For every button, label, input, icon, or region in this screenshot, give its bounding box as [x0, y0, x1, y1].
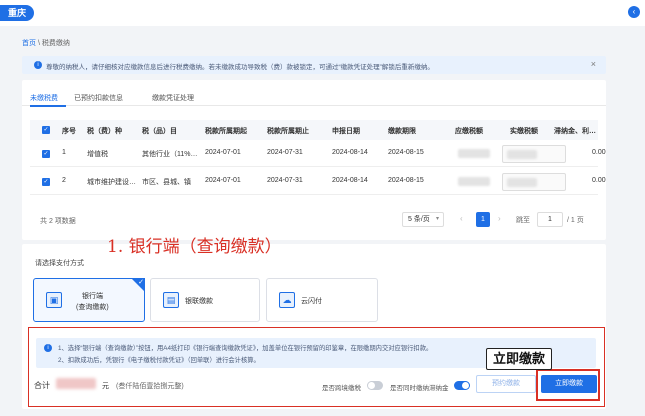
total-unit: 元 [102, 383, 109, 390]
page-size-select[interactable]: 5 条/页 ▾ [402, 212, 444, 227]
city-switcher[interactable]: 重庆 [0, 5, 35, 21]
table-row[interactable]: ✓ 2 城市维护建设… 市区、县城、镇 2024-07-01 2024-07-3… [30, 168, 606, 195]
tab-voucher-handling[interactable]: 缴款凭证处理 [152, 93, 194, 103]
method-bank-query[interactable]: ▣ 银行端 (查询缴款) ✓ [33, 278, 145, 322]
method-cloud-label: 云闪付 [301, 298, 322, 305]
row-start: 2024-07-01 [205, 177, 241, 184]
total-amount-redacted [56, 378, 96, 389]
total-pages: / 1 页 [567, 217, 584, 224]
col-no: 序号 [62, 128, 76, 135]
row-late-fee: 0.00 [592, 177, 606, 184]
method-bank-label: 银行端 [82, 293, 103, 300]
table-header: ✓ 序号 税（费）种 税（品）目 税款所属期起 税款所属期止 申报日期 缴款期限… [30, 120, 598, 140]
col-due: 应缴税额 [455, 128, 483, 135]
page-size-value: 5 条/页 [408, 216, 430, 223]
instruction-line-2: 2、扣款成功后，凭银行《电子缴税付款凭证》（回单联）进行会计核算。 [58, 357, 260, 364]
info-icon: i [44, 344, 52, 352]
row-tax: 增值税 [87, 151, 108, 158]
cross-border-toggle[interactable] [367, 381, 383, 390]
col-declared: 申报日期 [332, 128, 360, 135]
col-item: 税（品）目 [142, 128, 177, 135]
breadcrumb: 首页 \ 税费缴纳 [22, 38, 70, 48]
pay-now-callout: 立即缴款 [486, 348, 553, 370]
cloud-icon: ☁ [279, 292, 295, 308]
row-item: 市区、县城、镇 [142, 179, 191, 186]
total-count: 共 2 项数据 [40, 218, 76, 225]
annotation-step1: 1. 银行端（查询缴款） [107, 237, 282, 257]
col-start: 税款所属期起 [205, 128, 247, 135]
late-fee-label: 是否同时缴纳滞纳金 [390, 385, 449, 392]
row-deadline: 2024-08-15 [388, 149, 424, 156]
paid-amount-input[interactable] [502, 145, 566, 163]
cross-border-label: 是否跨境缴税 [322, 385, 361, 392]
row-checkbox[interactable]: ✓ [42, 178, 50, 186]
tab-bar: 未缴税费 已预约扣款信息 缴款凭证处理 [22, 88, 606, 107]
check-icon: ✓ [138, 279, 144, 286]
breadcrumb-current: 税费缴纳 [41, 40, 70, 47]
table-row[interactable]: ✓ 1 增值税 其他行业（11%… 2024-07-01 2024-07-31 … [30, 140, 606, 167]
col-deadline: 缴款期限 [388, 128, 416, 135]
due-amount-redacted [458, 149, 490, 158]
info-icon: i [34, 61, 42, 69]
next-page-icon[interactable]: › [498, 214, 501, 223]
breadcrumb-home-link[interactable]: 首页 [22, 40, 36, 47]
late-fee-toggle[interactable] [454, 381, 470, 390]
bank-card-icon: ▣ [46, 292, 62, 308]
row-start: 2024-07-01 [205, 149, 241, 156]
pay-now-button[interactable]: 立即缴款 [541, 375, 597, 393]
row-tax: 城市维护建设… [87, 179, 136, 186]
method-unionpay[interactable]: ▤ 银联缴款 [150, 278, 260, 322]
tab-unpaid-tax[interactable]: 未缴税费 [30, 93, 58, 103]
page-1-button[interactable]: 1 [476, 212, 490, 227]
prev-page-icon[interactable]: ‹ [460, 214, 463, 223]
goto-page-input[interactable]: 1 [537, 212, 563, 227]
row-item: 其他行业（11%… [142, 151, 198, 158]
row-no: 1 [62, 149, 66, 156]
pre-pay-button[interactable]: 预约缴款 [476, 375, 536, 393]
method-cloud-pay[interactable]: ☁ 云闪付 [266, 278, 378, 322]
payment-method-label: 请选择支付方式 [35, 260, 84, 267]
row-declared: 2024-08-14 [332, 149, 368, 156]
row-declared: 2024-08-14 [332, 177, 368, 184]
total-label: 合计 [34, 381, 50, 390]
unionpay-icon: ▤ [163, 292, 179, 308]
method-unionpay-label: 银联缴款 [185, 298, 213, 305]
active-tab-indicator [30, 105, 66, 107]
top-bar: 重庆 ‹ [0, 0, 645, 26]
tab-scheduled-debit[interactable]: 已预约扣款信息 [74, 93, 123, 103]
chevron-down-icon: ▾ [435, 216, 439, 222]
row-deadline: 2024-08-15 [388, 177, 424, 184]
select-all-checkbox[interactable]: ✓ [42, 126, 50, 134]
notice-text: 尊敬的纳税人，请仔细核对应缴款信息后进行税费缴纳。若未缴款成功导致税（费）款被锁… [46, 64, 434, 71]
collapse-chevron-icon[interactable]: ‹ [628, 6, 640, 18]
goto-label: 跳至 [516, 217, 530, 224]
row-end: 2024-07-31 [267, 149, 303, 156]
total-in-words: (叁仟陆佰壹拾捌元整) [116, 383, 184, 390]
row-late-fee: 0.00 [592, 149, 606, 156]
notice-banner: i 尊敬的纳税人，请仔细核对应缴款信息后进行税费缴纳。若未缴款成功导致税（费）款… [22, 56, 606, 74]
due-amount-redacted [458, 177, 490, 186]
paid-amount-input[interactable] [502, 173, 566, 191]
method-bank-sublabel: (查询缴款) [76, 304, 109, 311]
col-tax: 税（费）种 [87, 128, 122, 135]
row-end: 2024-07-31 [267, 177, 303, 184]
col-end: 税款所属期止 [267, 128, 309, 135]
close-icon[interactable]: × [591, 59, 596, 69]
row-no: 2 [62, 177, 66, 184]
col-late-fee: 滞纳金、利… [554, 128, 596, 135]
col-paid: 实缴税额 [510, 128, 538, 135]
instruction-line-1: 1、选择“银行端（查询缴款）”按钮，用A4纸打印《银行端查询缴款凭证》，加盖单位… [58, 345, 433, 352]
row-checkbox[interactable]: ✓ [42, 150, 50, 158]
